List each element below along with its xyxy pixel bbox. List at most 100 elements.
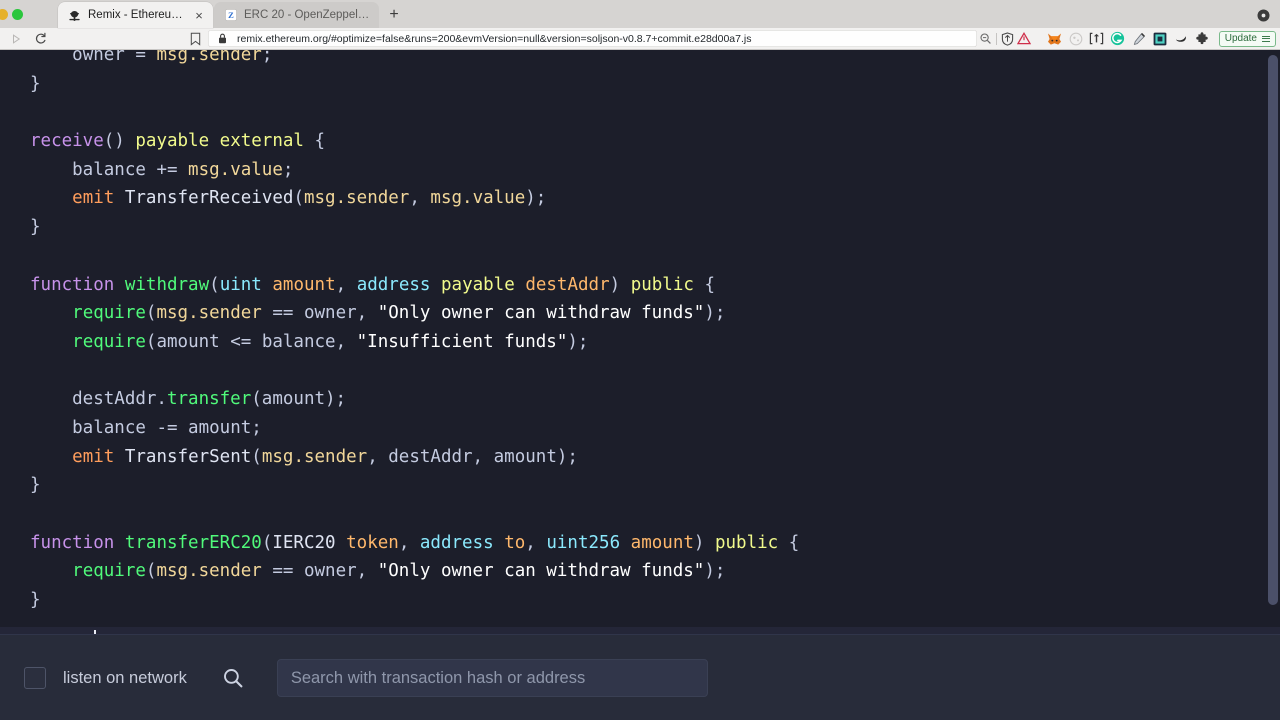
- editor-scrollbar[interactable]: [1266, 50, 1280, 634]
- magnifier-icon[interactable]: [221, 666, 245, 690]
- new-tab-button[interactable]: +: [379, 2, 409, 28]
- remix-logo-icon: [68, 9, 81, 22]
- code-line[interactable]: require(amount <= balance, "Insufficient…: [30, 328, 1280, 357]
- code-editor[interactable]: owner = msg.sender;} receive() payable e…: [0, 50, 1280, 634]
- tab-strip: Remix - Ethereum IDE × Z ERC 20 - OpenZe…: [0, 0, 1280, 28]
- code-token: , destAddr, amount);: [367, 446, 578, 467]
- code-line[interactable]: function withdraw(uint amount, address p…: [30, 271, 1280, 300]
- grammarly-g-icon[interactable]: [1108, 29, 1128, 48]
- reload-icon[interactable]: [28, 29, 52, 49]
- terminal-panel: listen on network Search with transactio…: [0, 634, 1280, 720]
- terminal-toolbar: listen on network Search with transactio…: [0, 635, 1280, 720]
- code-line[interactable]: [30, 500, 1280, 529]
- code-token: function: [30, 274, 115, 295]
- code-token: {: [693, 274, 715, 295]
- code-line[interactable]: balance += msg.value;: [30, 156, 1280, 185]
- puzzle-piece-icon[interactable]: [1192, 29, 1212, 48]
- code-token: balance: [30, 159, 157, 180]
- code-token: amount;: [188, 417, 262, 438]
- update-button[interactable]: Update: [1218, 30, 1276, 47]
- listen-on-network-checkbox[interactable]: [24, 667, 46, 689]
- code-token: public: [630, 274, 694, 295]
- code-token: require: [72, 303, 146, 324]
- code-token: == owner,: [261, 303, 378, 324]
- code-line[interactable]: }: [30, 213, 1280, 242]
- code-line[interactable]: }: [30, 586, 1280, 615]
- code-line[interactable]: function transferERC20(IERC20 token, add…: [30, 529, 1280, 558]
- code-line[interactable]: receive() payable external {: [30, 127, 1280, 156]
- record-circle-icon[interactable]: [1252, 2, 1274, 28]
- scrollbar-thumb[interactable]: [1268, 55, 1278, 605]
- window-maximize-button[interactable]: [12, 8, 23, 20]
- hamburger-menu-icon[interactable]: [1262, 35, 1270, 42]
- close-icon[interactable]: ×: [193, 9, 205, 22]
- code-token: (: [145, 303, 157, 324]
- code-token: balance: [30, 417, 157, 438]
- transaction-search-input[interactable]: Search with transaction hash or address: [276, 659, 708, 697]
- code-line[interactable]: balance -= amount;: [30, 414, 1280, 443]
- code-token: address: [356, 274, 431, 295]
- browser-chrome: Remix - Ethereum IDE × Z ERC 20 - OpenZe…: [0, 0, 1280, 50]
- address-bar[interactable]: remix.ethereum.org/#optimize=false&runs=…: [208, 30, 977, 47]
- ink-drop-icon[interactable]: [1171, 29, 1191, 48]
- bracket-cursor-icon[interactable]: [1087, 29, 1107, 48]
- code-token: {: [778, 532, 800, 553]
- code-line[interactable]: emit TransferReceived(msg.sender, msg.va…: [30, 184, 1280, 213]
- tab-remix-ethereum-ide[interactable]: Remix - Ethereum IDE ×: [58, 2, 213, 28]
- play-forward-icon[interactable]: [4, 29, 28, 49]
- code-token: ,: [409, 188, 431, 209]
- pixel-grid-icon[interactable]: [1150, 29, 1170, 48]
- code-line[interactable]: emit TransferSent(msg.sender, destAddr, …: [30, 443, 1280, 472]
- code-token: msg.sender: [156, 561, 262, 582]
- tab-title: Remix - Ethereum IDE: [88, 9, 186, 21]
- extension-tray: [1045, 29, 1212, 48]
- zoom-search-icon[interactable]: [977, 30, 994, 47]
- code-token: msg.sender: [156, 303, 262, 324]
- code-token: require: [72, 561, 146, 582]
- code-token: "Only owner can withdraw funds": [377, 561, 705, 582]
- code-line[interactable]: }: [30, 471, 1280, 500]
- bookmark-icon[interactable]: [182, 29, 208, 49]
- listen-on-network-control[interactable]: listen on network: [24, 667, 187, 689]
- code-line[interactable]: [30, 357, 1280, 386]
- code-line[interactable]: require(msg.sender == owner, "Only owner…: [30, 557, 1280, 586]
- code-token: (: [251, 446, 262, 467]
- code-token: );: [567, 331, 589, 352]
- code-token: ;: [261, 50, 273, 65]
- code-token: (amount);: [251, 389, 347, 410]
- eyedropper-icon[interactable]: [1129, 29, 1149, 48]
- code-token: IERC20: [272, 532, 336, 553]
- code-token: destAddr.: [30, 389, 167, 410]
- code-line[interactable]: [30, 242, 1280, 271]
- disabled-extension-icon[interactable]: [1066, 29, 1086, 48]
- shield-icon[interactable]: [999, 30, 1016, 47]
- code-token: owner: [72, 50, 125, 65]
- code-line[interactable]: owner = msg.sender;: [30, 50, 1280, 70]
- code-content[interactable]: owner = msg.sender;} receive() payable e…: [0, 50, 1280, 615]
- window-traffic-lights[interactable]: [0, 0, 58, 28]
- tab-title: ERC 20 - OpenZeppelin Docs: [244, 9, 371, 21]
- code-token: }: [30, 475, 41, 496]
- search-placeholder: Search with transaction hash or address: [290, 668, 586, 687]
- window-minimize-button[interactable]: [0, 8, 8, 20]
- code-line[interactable]: [30, 98, 1280, 127]
- code-token: ): [609, 274, 631, 295]
- warning-triangle-icon[interactable]: [1016, 30, 1033, 47]
- code-token: TransferReceived: [124, 188, 294, 209]
- code-line[interactable]: require(msg.sender == owner, "Only owner…: [30, 299, 1280, 328]
- code-line[interactable]: }: [30, 70, 1280, 99]
- padlock-icon[interactable]: [214, 30, 231, 47]
- metamask-fox-icon[interactable]: [1045, 29, 1065, 48]
- code-token: (): [103, 131, 136, 152]
- code-token: msg.sender: [261, 446, 368, 467]
- code-line[interactable]: destAddr.transfer(amount);: [30, 385, 1280, 414]
- code-token: ;: [282, 159, 294, 180]
- tab-erc20-openzeppelin-docs[interactable]: Z ERC 20 - OpenZeppelin Docs: [214, 2, 379, 28]
